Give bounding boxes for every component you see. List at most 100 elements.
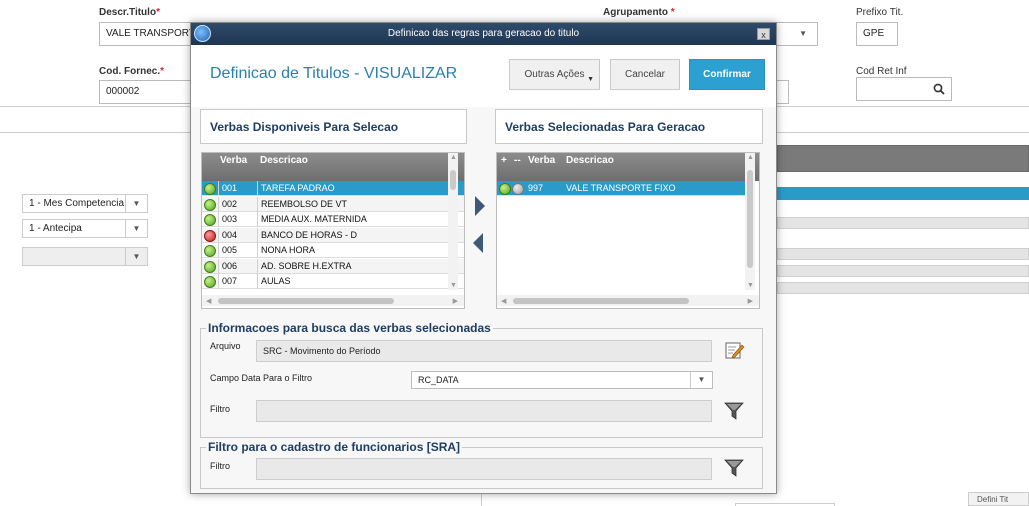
column-header-dash[interactable]: --: [514, 155, 521, 166]
descricao-cell: VALE TRANSPORTE FIXO: [566, 183, 676, 193]
scroll-right-icon[interactable]: ▶: [453, 297, 458, 305]
scrollbar-horizontal[interactable]: ◀ ▶: [202, 295, 464, 306]
antecipa-select[interactable]: 1 - Antecipa ▼: [22, 219, 148, 238]
scroll-down-icon[interactable]: ▼: [747, 282, 754, 289]
empty-select[interactable]: ▼: [22, 247, 148, 266]
verba-cell: 003: [222, 214, 238, 224]
bg-grid-row: [777, 265, 1029, 277]
table-row[interactable]: 005 NONA HORA: [202, 243, 464, 258]
chevron-down-icon: ▼: [125, 195, 147, 212]
info-group-legend: Informacoes para busca das verbas seleci…: [206, 321, 493, 335]
available-verbas-title: Verbas Disponiveis Para Selecao: [210, 120, 399, 134]
status-green-icon: [204, 276, 216, 288]
add-selected-arrow-icon[interactable]: [475, 196, 485, 216]
modal-titlebar: Definicao das regras para geracao do tit…: [191, 23, 776, 45]
campo-data-label: Campo Data Para o Filtro: [210, 373, 313, 383]
scroll-left-icon[interactable]: ◀: [206, 297, 211, 305]
cell-divider: [218, 212, 219, 227]
verba-cell: 007: [222, 276, 238, 286]
competencia-select[interactable]: 1 - Mes Competencia ▼: [22, 194, 148, 213]
sra-filtro-field[interactable]: [256, 458, 712, 480]
scroll-left-icon[interactable]: ◀: [501, 297, 506, 305]
campo-data-select[interactable]: RC_DATA ▼: [411, 371, 713, 389]
descricao-cell: AULAS: [261, 276, 291, 286]
edit-icon[interactable]: [723, 339, 745, 361]
grid-header: + -- Verba Descricao: [497, 153, 759, 181]
scrollbar-vertical[interactable]: ▲ ▼: [745, 153, 755, 290]
column-header-verba[interactable]: Verba: [528, 155, 555, 166]
arquivo-label: Arquivo: [210, 341, 241, 351]
scroll-up-icon[interactable]: ▲: [747, 154, 754, 161]
search-icon[interactable]: [933, 83, 945, 95]
scroll-right-icon[interactable]: ▶: [748, 297, 753, 305]
table-row[interactable]: 004 BANCO DE HORAS - D: [202, 227, 464, 243]
table-row[interactable]: 007 AULAS: [202, 274, 464, 289]
scroll-thumb[interactable]: [450, 170, 456, 190]
column-header-plus[interactable]: +: [501, 155, 507, 166]
verba-cell: 002: [222, 198, 238, 209]
status-green-icon: [204, 214, 216, 226]
descr-titulo-input[interactable]: VALE TRANSPORT: [99, 22, 191, 46]
cell-divider: [218, 274, 219, 289]
bg-button-partial[interactable]: Defini Tit: [968, 492, 1029, 506]
cell-divider: [257, 274, 258, 289]
table-row[interactable]: 002 REEMBOLSO DE VT: [202, 196, 464, 212]
cod-fornec-input[interactable]: 000002: [99, 80, 191, 104]
cod-ret-label: Cod Ret Inf: [856, 66, 907, 77]
prefixo-label: Prefixo Tit.: [856, 7, 904, 18]
table-row[interactable]: 003 MEDIA AUX. MATERNIDA: [202, 212, 464, 227]
table-row[interactable]: 006 AD. SOBRE H.EXTRA: [202, 258, 464, 274]
cell-divider: [218, 243, 219, 258]
cell-divider: [218, 258, 219, 274]
bg-grid-row: [777, 217, 1029, 229]
descricao-cell: TAREFA PADRAO: [261, 183, 335, 193]
bg-grid-row: [777, 248, 1029, 260]
filter-icon[interactable]: [723, 457, 745, 479]
prefixo-input[interactable]: GPE: [856, 22, 898, 46]
scroll-thumb[interactable]: [218, 298, 394, 304]
filtro-field[interactable]: [256, 400, 712, 422]
confirm-button[interactable]: Confirmar: [689, 59, 765, 90]
column-header-descricao[interactable]: Descricao: [566, 155, 614, 166]
chevron-down-icon: ▼: [125, 220, 147, 237]
arquivo-field[interactable]: SRC - Movimento do Período: [256, 340, 712, 362]
cod-fornec-label: Cod. Fornec.*: [99, 66, 165, 77]
cancel-button[interactable]: Cancelar: [610, 59, 680, 90]
agrupamento-select[interactable]: ▼: [776, 22, 818, 46]
grid-header: Verba Descricao: [202, 153, 464, 181]
cell-divider: [218, 196, 219, 212]
scroll-thumb[interactable]: [513, 298, 689, 304]
scrollbar-vertical[interactable]: ▲ ▼: [448, 153, 458, 290]
verba-cell: 004: [222, 229, 238, 240]
status-green-icon: [499, 183, 511, 195]
verba-cell: 006: [222, 260, 238, 271]
cell-divider: [257, 196, 258, 212]
cell-divider: [218, 181, 219, 196]
descricao-cell: REEMBOLSO DE VT: [261, 198, 348, 209]
column-header-descricao[interactable]: Descricao: [260, 155, 308, 166]
cell-divider: [257, 227, 258, 243]
filter-icon[interactable]: [723, 400, 745, 422]
scrollbar-horizontal[interactable]: ◀ ▶: [497, 295, 759, 306]
selected-verbas-title: Verbas Selecionadas Para Geracao: [505, 120, 706, 134]
modal-window-title: Definicao das regras para geracao do tit…: [387, 28, 580, 39]
close-button[interactable]: x: [757, 28, 770, 40]
scroll-down-icon[interactable]: ▼: [450, 282, 457, 289]
table-row[interactable]: 001 TAREFA PADRAO: [202, 181, 464, 196]
bg-grid-header: [777, 145, 1029, 172]
scroll-up-icon[interactable]: ▲: [450, 154, 457, 161]
cell-divider: [257, 258, 258, 274]
cod-ret-input[interactable]: [856, 77, 952, 101]
scroll-thumb[interactable]: [747, 170, 753, 268]
outras-acoes-button[interactable]: Outras Ações ▼: [509, 59, 600, 90]
filtro-label: Filtro: [210, 404, 230, 414]
chevron-down-icon: ▼: [799, 29, 807, 38]
descricao-cell: MEDIA AUX. MATERNIDA: [261, 214, 367, 224]
app-logo-icon: [194, 25, 211, 42]
cell-divider: [257, 212, 258, 227]
remove-selected-arrow-icon[interactable]: [473, 233, 483, 253]
chevron-down-icon: ▼: [587, 76, 594, 83]
column-header-verba[interactable]: Verba: [220, 155, 247, 166]
status-gray-icon: [512, 183, 524, 195]
table-row[interactable]: 997 VALE TRANSPORTE FIXO: [497, 181, 745, 196]
